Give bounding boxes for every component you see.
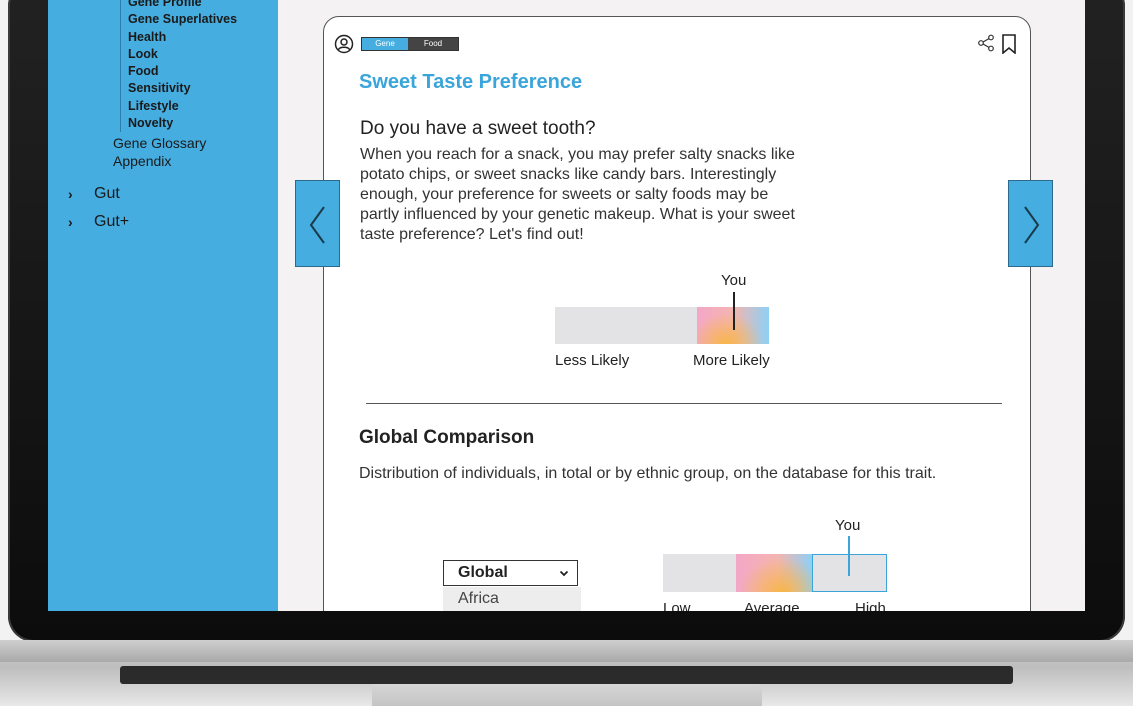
global-scale-low — [663, 554, 736, 592]
bookmark-icon[interactable] — [1001, 34, 1017, 54]
global-comparison-description: Distribution of individuals, in total or… — [359, 465, 937, 482]
trackpad — [372, 684, 762, 706]
sidebar-item-lifestyle[interactable]: Lifestyle — [128, 98, 278, 115]
user-circle-icon[interactable] — [334, 34, 354, 54]
keyboard-strip — [120, 666, 1013, 684]
chevron-right-icon: › — [68, 214, 73, 230]
chevron-down-icon — [559, 561, 569, 585]
sidebar-item-gut[interactable]: › Gut — [68, 185, 120, 203]
scale-segment-low — [555, 307, 697, 344]
divider — [366, 403, 1002, 404]
sidebar-item-look[interactable]: Look — [128, 46, 278, 63]
question-heading: Do you have a sweet tooth? — [360, 118, 596, 139]
page-title: Sweet Taste Preference — [359, 71, 583, 93]
sidebar-item-gene-glossary[interactable]: Gene Glossary — [113, 135, 206, 151]
scale-label-high: More Likely — [693, 352, 770, 369]
laptop-hinge — [0, 640, 1133, 662]
result-scale — [555, 307, 769, 344]
prev-page-button[interactable] — [295, 180, 340, 267]
sidebar-item-food[interactable]: Food — [128, 63, 278, 80]
category-tags: Gene Food — [361, 37, 459, 51]
sidebar-subnav: Gene Profile Gene Superlatives Health Lo… — [120, 0, 278, 133]
question-body: When you reach for a snack, you may pref… — [360, 146, 795, 243]
trait-card: Gene Food Sweet Taste Preference Do you … — [323, 16, 1031, 611]
global-comparison-title: Global Comparison — [359, 427, 535, 448]
sidebar-item-gut-plus[interactable]: › Gut+ — [68, 213, 129, 231]
chevron-right-icon: › — [68, 186, 73, 202]
sidebar-item-gene-superlatives[interactable]: Gene Superlatives — [128, 11, 278, 28]
sidebar-item-label: Gut — [94, 185, 120, 202]
sidebar-item-label: Gut+ — [94, 213, 130, 230]
chevron-right-icon — [1024, 206, 1040, 244]
screen: Gene Profile Gene Superlatives Health Lo… — [48, 0, 1085, 611]
sidebar-item-health[interactable]: Health — [128, 29, 278, 46]
tag-gene: Gene — [362, 38, 408, 50]
global-scale-high — [812, 554, 887, 592]
global-you-marker — [848, 536, 850, 576]
sidebar: Gene Profile Gene Superlatives Health Lo… — [48, 0, 278, 611]
main-content: Gene Food Sweet Taste Preference Do you … — [278, 0, 1085, 611]
global-scale-label-average: Average — [744, 600, 800, 611]
global-scale-average — [736, 554, 812, 592]
next-page-button[interactable] — [1008, 180, 1053, 267]
population-option-africa[interactable]: Africa — [443, 587, 581, 611]
global-scale — [663, 554, 887, 592]
scale-label-low: Less Likely — [555, 352, 630, 369]
global-scale-label-low: Low — [663, 600, 691, 611]
you-label: You — [721, 272, 747, 289]
tag-food: Food — [408, 38, 458, 50]
you-marker-line — [733, 307, 735, 330]
global-scale-label-high: High — [855, 600, 886, 611]
share-icon[interactable] — [977, 34, 995, 52]
chevron-left-icon — [309, 206, 325, 244]
sidebar-item-sensitivity[interactable]: Sensitivity — [128, 80, 278, 97]
global-you-label: You — [835, 517, 861, 534]
population-select-value: Global — [458, 564, 508, 581]
population-select[interactable]: Global — [443, 560, 578, 586]
sidebar-item-gene-profile[interactable]: Gene Profile — [128, 0, 278, 11]
sidebar-item-appendix[interactable]: Appendix — [113, 153, 171, 169]
sidebar-item-novelty[interactable]: Novelty — [128, 115, 278, 132]
